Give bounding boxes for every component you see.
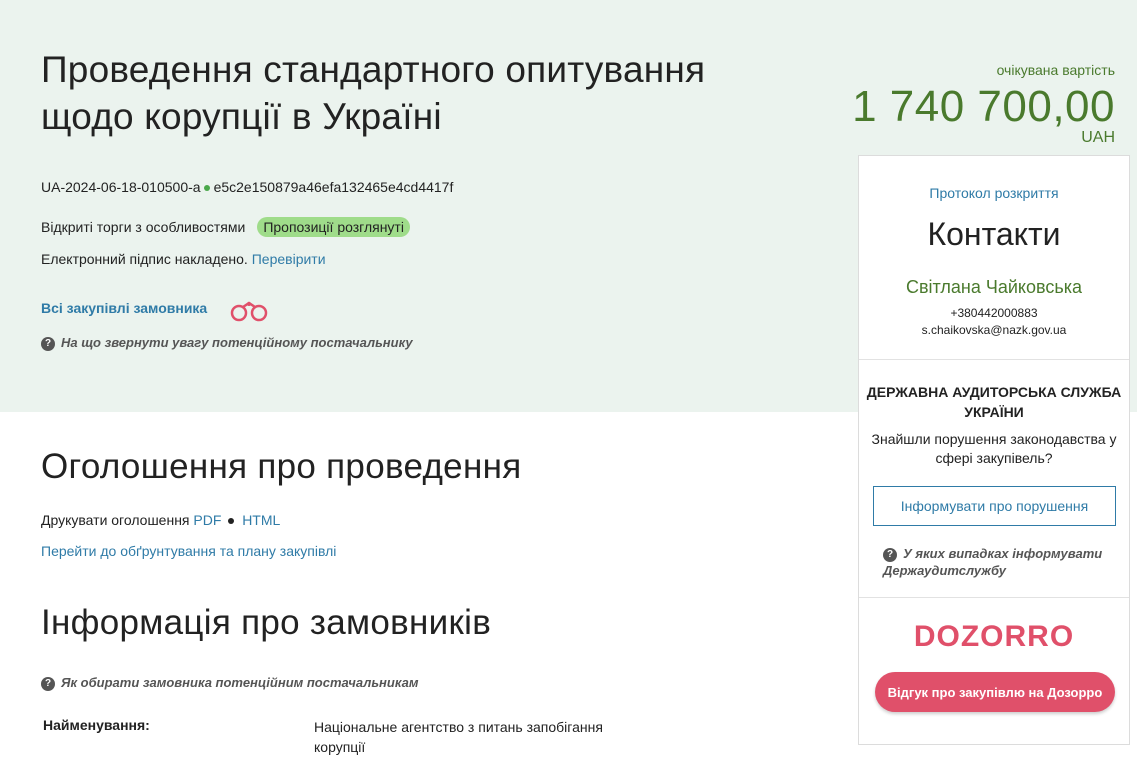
status-badge: Пропозиції розглянуті — [257, 217, 410, 237]
contact-phone: +380442000883 — [950, 306, 1038, 320]
expected-cost-label: очікувана вартість — [996, 62, 1115, 78]
separator-dot-icon — [228, 517, 235, 524]
customer-hint-text: Як обирати замовника потенційним постача… — [61, 675, 419, 690]
contact-email: s.chaikovska@nazk.gov.ua — [921, 323, 1067, 337]
print-row: Друкувати оголошення PDF HTML — [41, 512, 280, 528]
procedure-row: Відкриті торги з особливостями Пропозиції… — [41, 217, 410, 237]
dozorro-section: DOZORRO Відгук про закупівлю на Дозорро — [859, 598, 1129, 744]
all-purchases-link[interactable]: Всі закупівлі замовника — [41, 300, 207, 316]
dozorro-logo: DOZORRO — [913, 620, 1075, 653]
print-pdf-link[interactable]: PDF — [193, 512, 221, 528]
signature-text: Електронний підпис накладено. — [41, 251, 248, 267]
tender-title: Проведення стандартного опитування щодо … — [41, 49, 706, 137]
question-icon: ? — [41, 337, 55, 351]
question-icon: ? — [883, 548, 897, 562]
contacts-title: Контакти — [927, 216, 1061, 252]
audit-title: ДЕРЖАВНА АУДИТОРСЬКА СЛУЖБА УКРАЇНИ — [866, 384, 1122, 420]
plan-link[interactable]: Перейти до обґрунтування та плану закупі… — [41, 543, 336, 559]
expected-cost-value: 1 740 700,00 — [852, 82, 1115, 131]
tender-hash: e5c2e150879a46efa132465e4cd4417f — [213, 179, 454, 195]
signature-row: Електронний підпис накладено. Перевірити — [41, 251, 326, 267]
question-icon: ? — [41, 677, 55, 691]
audit-question: Знайшли порушення законодавства у сфері … — [871, 431, 1117, 466]
verify-signature-link[interactable]: Перевірити — [252, 251, 326, 267]
contact-name: Світлана Чайковська — [905, 277, 1083, 297]
print-label: Друкувати оголошення — [41, 512, 190, 528]
dot-icon — [203, 184, 210, 191]
report-violation-button[interactable]: Інформувати про порушення — [873, 486, 1116, 526]
currency-label: UAH — [1081, 129, 1115, 146]
attention-hint-text: На що звернути увагу потенційному постач… — [61, 335, 413, 350]
binoculars-icon[interactable] — [228, 299, 270, 323]
tender-ids: UA-2024-06-18-010500-a e5c2e150879a46efa1… — [41, 179, 453, 195]
attention-hint[interactable]: ? На що звернути увагу потенційному поста… — [41, 335, 413, 351]
tender-id: UA-2024-06-18-010500-a — [41, 179, 201, 195]
sidebar: Протокол розкриття Контакти Світлана Чай… — [858, 155, 1130, 745]
when-to-report-hint[interactable]: ? У яких випадках інформувати Держаудитсл… — [883, 545, 1118, 579]
name-value: Національне агентство з питань запобіган… — [314, 719, 603, 755]
print-html-link[interactable]: HTML — [242, 512, 280, 528]
procedure-type: Відкриті торги з особливостями — [41, 219, 246, 235]
protocol-link[interactable]: Протокол розкриття — [859, 185, 1129, 201]
name-label: Найменування: — [43, 717, 150, 733]
announcement-heading: Оголошення про проведення — [41, 447, 522, 486]
customer-hint[interactable]: ? Як обирати замовника потенційним постач… — [41, 675, 418, 691]
when-to-report-text: У яких випадках інформувати Держаудитслу… — [883, 546, 1103, 578]
dozorro-feedback-button[interactable]: Відгук про закупівлю на Дозорро — [875, 672, 1115, 712]
contacts-section: Протокол розкриття Контакти Світлана Чай… — [859, 156, 1129, 360]
audit-section: ДЕРЖАВНА АУДИТОРСЬКА СЛУЖБА УКРАЇНИ Знай… — [859, 360, 1129, 598]
customers-heading: Інформація про замовників — [41, 603, 492, 642]
